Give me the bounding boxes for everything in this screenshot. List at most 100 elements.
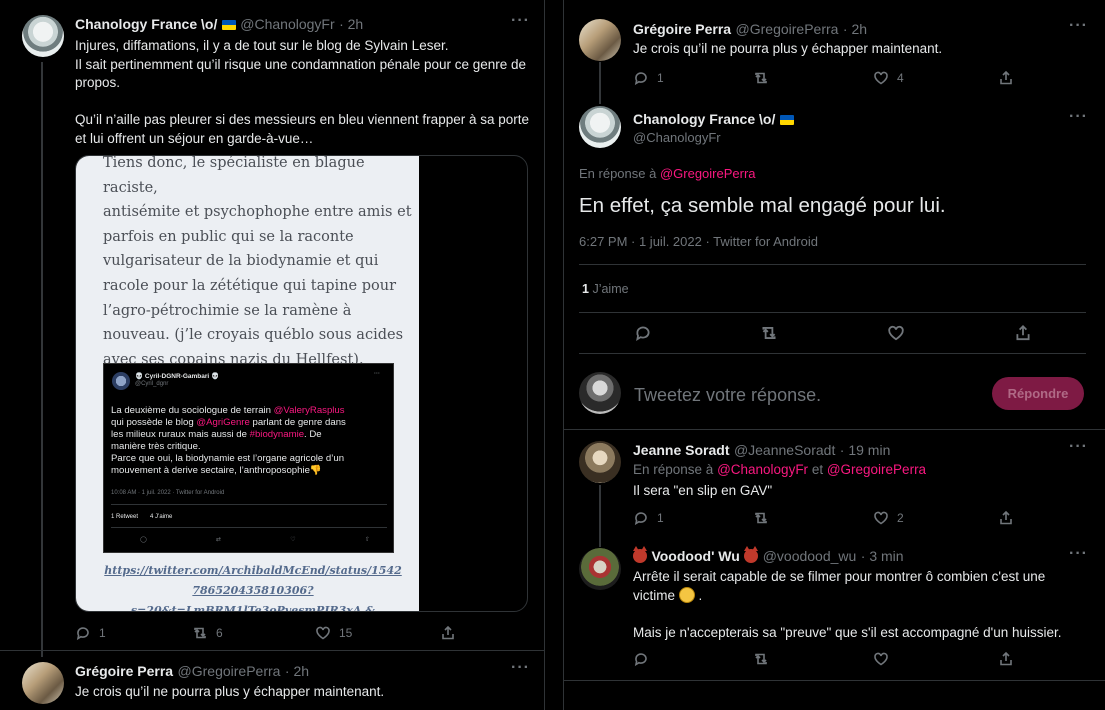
ukraine-flag-icon: [779, 115, 794, 125]
focused-author: Chanology France \o/: [633, 111, 794, 129]
author-name[interactable]: Jeanne Soradt: [633, 442, 729, 458]
tweet-header: Jeanne Soradt @JeanneSoradt · 19 min: [633, 442, 890, 460]
retweet-button[interactable]: [753, 651, 769, 667]
reply-context: En réponse à @ChanologyFr et @GregoirePe…: [633, 462, 927, 477]
tweet-line: Qu’il n’aille pas pleurer si des messieu…: [75, 112, 529, 127]
tweet-text: Je crois qu’il ne pourra plus y échapper…: [633, 41, 943, 56]
more-options-icon[interactable]: ···: [511, 659, 530, 677]
retweet-icon: ⇄: [215, 537, 222, 543]
like-button[interactable]: [873, 651, 889, 667]
focused-tweet-text: En effet, ça semble mal engagé pour lui.: [579, 194, 946, 217]
reply-icon: [634, 512, 647, 526]
author-name[interactable]: Voodood' Wu: [651, 548, 739, 564]
author-handle[interactable]: @voodood_wu: [763, 548, 857, 564]
retweet-icon: [755, 653, 767, 665]
tweet-line: Il sait pertinemment qu’il risque une co…: [75, 56, 527, 72]
retweet-button[interactable]: [760, 324, 778, 342]
like-button[interactable]: 15: [315, 625, 352, 641]
author-handle[interactable]: @GregoirePerra: [178, 663, 281, 679]
heart-icon: [888, 325, 904, 341]
reply-submit-button[interactable]: Répondre: [992, 377, 1084, 410]
avatar[interactable]: [579, 441, 621, 483]
like-button[interactable]: 4: [873, 70, 904, 86]
more-options-icon[interactable]: ···: [1069, 108, 1088, 126]
likes-count[interactable]: 1 J’aime: [582, 282, 629, 296]
more-options-icon[interactable]: ···: [1069, 438, 1088, 456]
media-card[interactable]: Tiens donc, le spécialiste en blague rac…: [75, 155, 528, 612]
share-button[interactable]: [440, 625, 456, 641]
retweet-button[interactable]: [753, 70, 769, 86]
blog-link[interactable]: https://twitter.com/ArchibaldMcEnd/statu…: [103, 561, 403, 611]
mention-link[interactable]: @GregoirePerra: [660, 166, 756, 181]
tweet-header: Grégoire Perra @GregoirePerra · 2h: [75, 663, 309, 681]
author-handle[interactable]: @JeanneSoradt: [734, 442, 835, 458]
reply-button[interactable]: [634, 324, 652, 342]
avatar[interactable]: [579, 106, 621, 148]
like-button[interactable]: 2: [873, 510, 904, 526]
thread-line: [599, 62, 601, 104]
retweet-icon: [762, 327, 776, 339]
thread-line: [599, 485, 601, 547]
tweet-time[interactable]: · 19 min: [840, 442, 891, 458]
blog-page-screenshot: Tiens donc, le spécialiste en blague rac…: [76, 155, 419, 611]
left-timeline: Chanology France \o/ @ChanologyFr · 2h ·…: [0, 0, 545, 710]
share-button[interactable]: [998, 510, 1014, 526]
heart-icon: [874, 71, 888, 85]
reply-icon: [634, 653, 647, 667]
author-name[interactable]: Grégoire Perra: [633, 21, 731, 37]
mention-link[interactable]: @GregoirePerra: [827, 462, 926, 477]
reply-input[interactable]: Tweetez votre réponse.: [634, 385, 821, 406]
tweet-text: Il sera "en slip en GAV": [633, 483, 773, 498]
tweet-time[interactable]: · 2h: [843, 21, 867, 37]
blog-line: vulgarisateur de la biodynamie et qui: [103, 253, 379, 270]
mention-link[interactable]: @ChanologyFr: [717, 462, 808, 477]
more-options-icon[interactable]: ···: [511, 12, 530, 30]
avatar[interactable]: [579, 19, 621, 61]
author-handle[interactable]: @GregoirePerra: [736, 21, 839, 37]
reply-button[interactable]: 1: [633, 70, 664, 86]
author-name[interactable]: Chanology France \o/: [75, 16, 217, 32]
embedded-actions: ◯ ⇄ ♡ ⇧: [140, 536, 370, 543]
avatar[interactable]: [579, 372, 621, 414]
tweet-text: Arrête il serait capable de se filmer po…: [633, 569, 1062, 640]
tweet-header: Voodood' Wu @voodood_wu · 3 min: [633, 546, 904, 566]
retweet-button[interactable]: 6: [192, 625, 223, 641]
tweet-time[interactable]: · 2h: [285, 663, 309, 679]
avatar[interactable]: [579, 548, 621, 590]
retweet-button[interactable]: [753, 510, 769, 526]
reply-icon: [636, 326, 650, 342]
blog-line: l’agro-pétrochimie se la ramène à: [103, 302, 352, 319]
author-name[interactable]: Grégoire Perra: [75, 663, 173, 679]
more-options-icon[interactable]: ···: [1069, 545, 1088, 563]
blog-text: Tiens donc, le spécialiste en blague rac…: [103, 155, 413, 372]
ukraine-flag-icon: [221, 20, 236, 30]
devil-icon: [744, 546, 759, 563]
share-icon: [1000, 70, 1012, 85]
like-icon: ♡: [290, 537, 296, 543]
reply-button[interactable]: [633, 651, 649, 667]
tweet-meta[interactable]: 6:27 PM · 1 juil. 2022 · Twitter for And…: [579, 234, 818, 249]
share-button[interactable]: [1014, 324, 1032, 342]
reply-button[interactable]: 1: [75, 625, 106, 641]
author-handle[interactable]: @ChanologyFr: [240, 16, 334, 32]
blog-line: antisémite et psychophophe entre amis et: [103, 204, 412, 221]
share-button[interactable]: [998, 70, 1014, 86]
like-button[interactable]: [887, 324, 905, 342]
share-button[interactable]: [998, 651, 1014, 667]
reply-button[interactable]: 1: [633, 510, 664, 526]
blog-line: Tiens donc, le spécialiste en blague rac…: [103, 155, 365, 196]
tweet-text: Injures, diffamations, il y a de tout su…: [75, 37, 535, 148]
avatar[interactable]: [22, 662, 64, 704]
author-handle[interactable]: @ChanologyFr: [633, 130, 721, 145]
heart-icon: [874, 511, 888, 525]
author-name[interactable]: Chanology France \o/: [633, 111, 775, 127]
embedded-tweet-text: La deuxième du sociologue de terrain @Va…: [111, 405, 346, 476]
embedded-author-name: 💀 Cyril-DGNR-Gambari 💀: [135, 373, 220, 380]
tweet-header: Grégoire Perra @GregoirePerra · 2h: [633, 21, 867, 39]
tweet-time[interactable]: · 3 min: [861, 548, 904, 564]
tweet-time[interactable]: · 2h: [339, 16, 363, 32]
avatar[interactable]: [22, 15, 64, 57]
blog-line: parfois en public qui se la raconte: [103, 228, 354, 245]
more-options-icon[interactable]: ···: [1069, 17, 1088, 35]
embedded-meta: 10:08 AM · 1 juil. 2022 · Twitter for An…: [111, 490, 225, 496]
